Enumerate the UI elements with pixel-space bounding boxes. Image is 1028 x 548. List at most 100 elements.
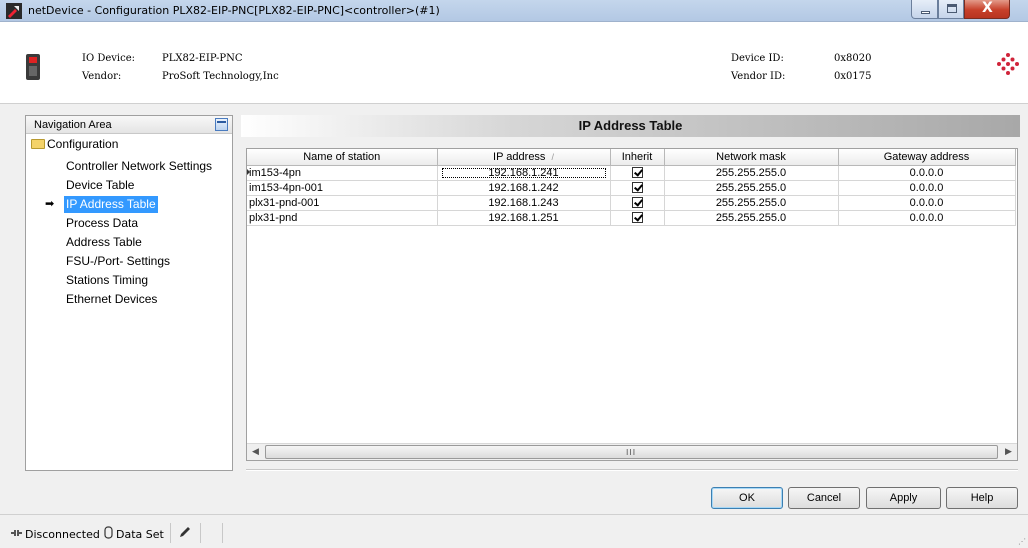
title-bar[interactable]: netDevice - Configuration PLX82-EIP-PNC[… — [0, 0, 1028, 22]
ok-button[interactable]: OK — [711, 487, 783, 509]
io-device-label: IO Device: — [82, 53, 135, 64]
maximize-button[interactable] — [938, 0, 964, 19]
gateway-cell[interactable]: 0.0.0.0 — [838, 195, 1016, 211]
nav-root-label: Configuration — [47, 137, 119, 151]
nav-item-address-table[interactable]: Address Table — [64, 234, 144, 251]
station-name-cell[interactable]: im153-4pn — [247, 165, 438, 181]
inherit-cell[interactable] — [610, 195, 665, 211]
column-header-inherit[interactable]: Inherit — [610, 149, 665, 166]
inherit-checkbox[interactable] — [631, 211, 643, 223]
sort-indicator-icon: / — [551, 151, 554, 162]
status-bar: Disconnected Data Set ⋰ — [0, 514, 1028, 548]
column-header-inherit-label: Inherit — [621, 150, 653, 163]
station-name-cell[interactable]: plx31-pnd — [247, 210, 438, 226]
network-mask-cell[interactable]: 255.255.255.0 — [664, 180, 839, 196]
gateway-cell[interactable]: 0.0.0.0 — [838, 165, 1016, 181]
network-mask-cell[interactable]: 255.255.255.0 — [664, 165, 839, 181]
folder-icon — [31, 139, 45, 149]
connection-status: Disconnected — [25, 528, 100, 541]
dataset-status: Data Set — [116, 528, 164, 541]
brand-logo-icon — [997, 53, 1019, 75]
station-name-cell[interactable]: im153-4pn-001 — [247, 180, 438, 196]
status-divider — [222, 523, 223, 543]
inherit-checkbox[interactable] — [631, 181, 643, 193]
network-mask-cell[interactable]: 255.255.255.0 — [664, 210, 839, 226]
column-header-gateway-label: Gateway address — [883, 150, 970, 163]
current-page-arrow-icon: ➡ — [45, 197, 55, 210]
device-header: IO Device: PLX82-EIP-PNC Vendor: ProSoft… — [0, 22, 1028, 104]
gateway-cell[interactable]: 0.0.0.0 — [838, 210, 1016, 226]
ip-address-cell[interactable]: 192.168.1.251 — [437, 210, 611, 226]
table-row[interactable]: im153-4pn-001 192.168.1.242 255.255.255.… — [247, 180, 1016, 196]
minimize-button[interactable] — [911, 0, 938, 19]
navigation-header: Navigation Area — [26, 116, 232, 134]
nav-item-controller-network-settings[interactable]: Controller Network Settings — [64, 158, 214, 175]
nav-item-ethernet-devices[interactable]: Ethernet Devices — [64, 291, 159, 308]
minimize-icon — [921, 11, 930, 14]
help-button[interactable]: Help — [946, 487, 1018, 509]
nav-root-configuration[interactable]: Configuration — [31, 137, 118, 151]
apply-button[interactable]: Apply — [866, 487, 941, 509]
table-row[interactable]: plx31-pnd 192.168.1.251 255.255.255.0 0.… — [247, 210, 1016, 226]
nav-item-stations-timing[interactable]: Stations Timing — [64, 272, 150, 289]
resize-grip-icon[interactable]: ⋰ — [1018, 537, 1026, 546]
inherit-cell[interactable] — [610, 180, 665, 196]
vendor-id-value: 0x0175 — [834, 71, 872, 82]
current-row-icon — [247, 168, 250, 175]
ip-address-cell[interactable]: 192.168.1.241 — [437, 165, 611, 181]
ip-address-cell[interactable]: 192.168.1.243 — [437, 195, 611, 211]
app-icon — [6, 3, 22, 19]
page-title: IP Address Table — [578, 118, 683, 133]
column-header-ip[interactable]: IP address / — [437, 149, 611, 166]
navigation-panel: Navigation Area Configuration Controller… — [25, 115, 233, 471]
column-header-name[interactable]: Name of station — [247, 149, 438, 166]
inherit-checkbox[interactable] — [631, 196, 643, 208]
scroll-left-icon[interactable]: ◀ — [247, 444, 264, 460]
nav-item-ip-address-table[interactable]: IP Address Table — [64, 196, 158, 213]
table-row[interactable]: plx31-pnd-001 192.168.1.243 255.255.255.… — [247, 195, 1016, 211]
inherit-cell[interactable] — [610, 165, 665, 181]
window-title: netDevice - Configuration PLX82-EIP-PNC[… — [28, 4, 440, 17]
navigation-header-label: Navigation Area — [34, 119, 112, 131]
table-header-row: Name of station IP address / Inherit Netw… — [247, 149, 1016, 166]
device-id-value: 0x8020 — [834, 53, 872, 64]
table-row[interactable]: im153-4pn 192.168.1.241 255.255.255.0 0.… — [247, 165, 1016, 181]
device-id-label: Device ID: — [731, 53, 784, 64]
dataset-icon — [104, 526, 113, 539]
station-name: im153-4pn — [249, 166, 301, 179]
maximize-icon — [947, 4, 957, 13]
nav-item-fsu-port-settings[interactable]: FSU-/Port- Settings — [64, 253, 172, 270]
scroll-right-icon[interactable]: ▶ — [1000, 444, 1017, 460]
status-divider — [200, 523, 201, 543]
column-header-gateway[interactable]: Gateway address — [838, 149, 1016, 166]
column-header-name-label: Name of station — [303, 150, 381, 163]
horizontal-scrollbar[interactable]: ◀ III ▶ — [247, 443, 1017, 460]
inherit-cell[interactable] — [610, 210, 665, 226]
inherit-checkbox[interactable] — [631, 166, 643, 178]
close-icon: X — [982, 0, 993, 16]
divider — [246, 469, 1018, 471]
vendor-id-label: Vendor ID: — [731, 71, 786, 82]
main-area: Navigation Area Configuration Controller… — [0, 104, 1028, 514]
close-button[interactable]: X — [964, 0, 1010, 19]
ip-address-value: 192.168.1.241 — [441, 167, 607, 179]
column-header-mask-label: Network mask — [716, 150, 786, 163]
content-header: IP Address Table — [241, 115, 1020, 137]
column-header-mask[interactable]: Network mask — [664, 149, 839, 166]
network-mask-cell[interactable]: 255.255.255.0 — [664, 195, 839, 211]
nav-item-device-table[interactable]: Device Table — [64, 177, 136, 194]
collapse-panel-icon[interactable] — [215, 118, 228, 131]
scrollbar-grip-icon: III — [626, 448, 637, 457]
status-divider — [170, 523, 171, 543]
scrollbar-thumb[interactable]: III — [265, 445, 998, 459]
device-icon — [26, 54, 40, 80]
station-name-cell[interactable]: plx31-pnd-001 — [247, 195, 438, 211]
ip-address-table: Name of station IP address / Inherit Netw… — [246, 148, 1018, 461]
nav-item-process-data[interactable]: Process Data — [64, 215, 140, 232]
ip-address-cell[interactable]: 192.168.1.242 — [437, 180, 611, 196]
gateway-cell[interactable]: 0.0.0.0 — [838, 180, 1016, 196]
io-device-value: PLX82-EIP-PNC — [162, 53, 243, 64]
vendor-value: ProSoft Technology,Inc — [162, 71, 279, 82]
column-header-ip-label: IP address — [493, 150, 546, 163]
cancel-button[interactable]: Cancel — [788, 487, 860, 509]
